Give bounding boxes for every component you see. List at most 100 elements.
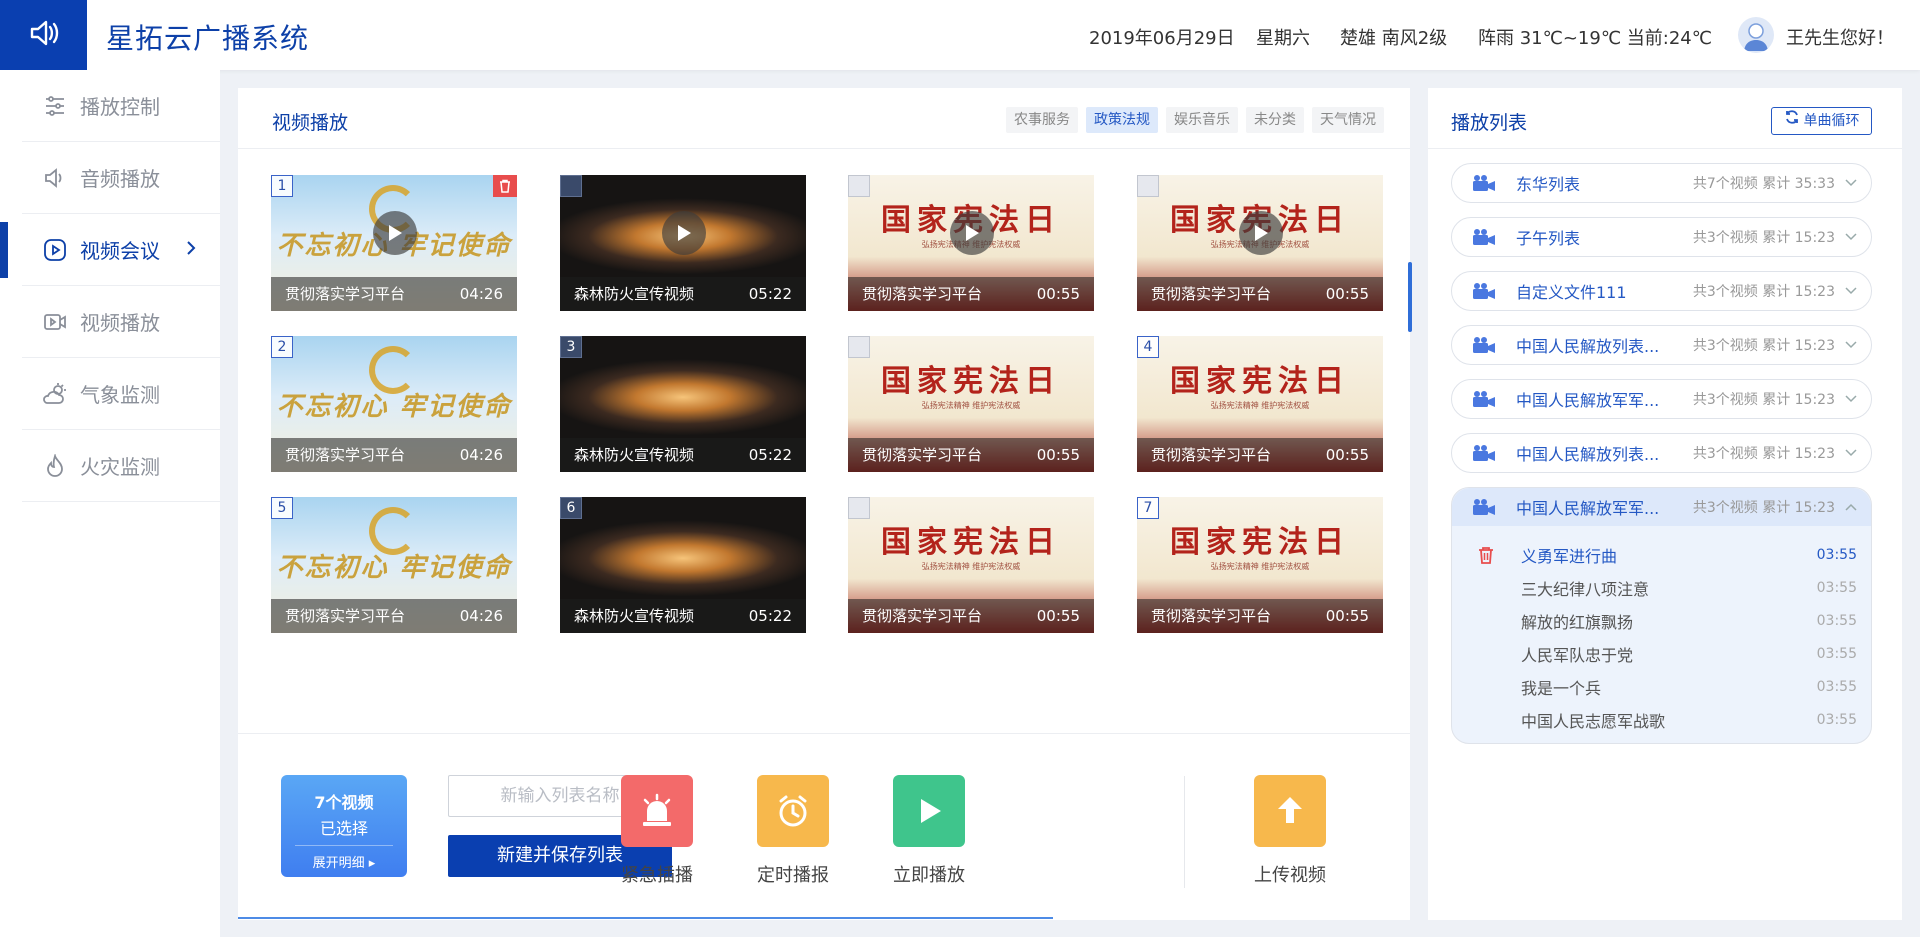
expanded-playlist-header[interactable]: 中国人民解放军军... 共3个视频 累计 15:23	[1452, 488, 1871, 526]
tab-policy[interactable]: 政策法规	[1086, 107, 1158, 133]
select-checkbox[interactable]	[1137, 175, 1159, 197]
select-checkbox[interactable]	[848, 336, 870, 358]
single-loop-button[interactable]: 单曲循环	[1771, 107, 1872, 135]
tab-music[interactable]: 娱乐音乐	[1166, 107, 1238, 133]
video-tile[interactable]: 国家宪法日弘扬宪法精神 维护宪法权威贯彻落实学习平台00:55	[848, 336, 1094, 472]
thumbnail-subcaption: 弘扬宪法精神 维护宪法权威	[921, 562, 1021, 571]
scrollbar[interactable]	[1408, 262, 1412, 332]
track-item[interactable]: 义勇军进行曲 03:55	[1452, 538, 1871, 571]
video-camera-icon	[1472, 336, 1498, 354]
trash-icon[interactable]	[493, 175, 517, 197]
play-icon[interactable]	[662, 211, 706, 255]
selection-summary-card[interactable]: 7个视频 已选择 展开明细 ▸	[281, 775, 407, 877]
sidebar-item-weather[interactable]: 气象监测	[22, 358, 220, 430]
logo[interactable]	[0, 0, 87, 70]
chevron-down-icon[interactable]	[1845, 287, 1857, 295]
tab-agriculture[interactable]: 农事服务	[1006, 107, 1078, 133]
thumbnail-caption: 国家宪法日	[1170, 364, 1350, 399]
avatar[interactable]	[1738, 17, 1774, 53]
sliders-icon	[42, 93, 68, 119]
sidebar-item-audio[interactable]: 音频播放	[22, 142, 220, 214]
select-checkbox[interactable]: 6	[560, 497, 582, 519]
track-item[interactable]: 我是一个兵 03:55	[1452, 670, 1871, 703]
track-title: 中国人民志愿军战歌	[1521, 711, 1666, 731]
video-tile[interactable]: 国家宪法日弘扬宪法精神 维护宪法权威贯彻落实学习平台00:55	[848, 175, 1094, 311]
playlist-panel: 播放列表 单曲循环 东华列表 共7个视频 累计 35:33 子午列表 共3个视频 累计…	[1428, 88, 1902, 920]
select-checkbox[interactable]: 7	[1137, 497, 1159, 519]
track-item[interactable]: 解放的红旗飘扬 03:55	[1452, 604, 1871, 637]
sidebar-item-label: 音频播放	[80, 167, 160, 191]
video-tile[interactable]: 国家宪法日弘扬宪法精神 维护宪法权威贯彻落实学习平台00:55	[1137, 175, 1383, 311]
video-camera-icon	[1472, 390, 1498, 408]
video-tile[interactable]: 不忘初心 牢记使命 5 贯彻落实学习平台 04:26	[271, 497, 517, 633]
tab-uncategorized[interactable]: 未分类	[1246, 107, 1304, 133]
video-title: 贯彻落实学习平台	[862, 285, 983, 303]
select-checkbox[interactable]	[848, 497, 870, 519]
chevron-down-icon[interactable]	[1845, 179, 1857, 187]
chevron-down-icon[interactable]	[1845, 233, 1857, 241]
chevron-down-icon[interactable]	[1845, 449, 1857, 457]
play-icon[interactable]	[950, 211, 994, 255]
select-checkbox[interactable]	[560, 175, 582, 197]
selected-count: 7个视频	[314, 793, 374, 812]
sidebar-item-video-conference[interactable]: 视频会议	[0, 214, 220, 286]
playlist-item[interactable]: 子午列表 共3个视频 累计 15:23	[1451, 217, 1872, 257]
select-checkbox[interactable]	[848, 175, 870, 197]
video-info-bar: 森林防火宣传视频 05:22	[560, 599, 806, 633]
video-duration: 05:22	[748, 285, 792, 303]
video-tile[interactable]: 国家宪法日弘扬宪法精神 维护宪法权威贯彻落实学习平台00:55	[848, 497, 1094, 633]
upload-video-button[interactable]: 上传视频	[1230, 775, 1350, 887]
playlist-item[interactable]: 东华列表 共7个视频 累计 35:33	[1451, 163, 1872, 203]
sidebar-item-playback-control[interactable]: 播放控制	[22, 70, 220, 142]
expand-details-link[interactable]: 展开明细 ▸	[281, 852, 407, 871]
sidebar: 播放控制 音频播放 视频会议 视频播放 气象监测 火灾监测	[0, 70, 220, 937]
video-tile[interactable]: 6 森林防火宣传视频 05:22	[560, 497, 806, 633]
video-info-bar: 贯彻落实学习平台 04:26	[271, 438, 517, 472]
thumbnail-caption: 国家宪法日	[881, 364, 1061, 399]
playlist-title: 播放列表	[1451, 112, 1528, 134]
video-tile[interactable]: 森林防火宣传视频 05:22	[560, 175, 806, 311]
chevron-down-icon[interactable]	[1845, 341, 1857, 349]
trash-icon[interactable]	[1478, 546, 1494, 568]
sidebar-item-fire[interactable]: 火灾监测	[22, 430, 220, 502]
play-icon[interactable]	[373, 211, 417, 255]
select-checkbox[interactable]: 4	[1137, 336, 1159, 358]
chevron-up-icon[interactable]	[1845, 503, 1857, 511]
video-tile[interactable]: 不忘初心 牢记使命 2 贯彻落实学习平台 04:26	[271, 336, 517, 472]
sidebar-item-video-playback[interactable]: 视频播放	[22, 286, 220, 358]
track-item[interactable]: 人民军队忠于党 03:55	[1452, 637, 1871, 670]
greeting[interactable]: 王先生您好！	[1786, 24, 1894, 50]
select-checkbox[interactable]: 2	[271, 336, 293, 358]
video-tile[interactable]: 国家宪法日 弘扬宪法精神 维护宪法权威 7 贯彻落实学习平台 00:55	[1137, 497, 1383, 633]
select-checkbox[interactable]: 3	[560, 336, 582, 358]
playlist-item[interactable]: 自定义文件111 共3个视频 累计 15:23	[1451, 271, 1872, 311]
video-tile[interactable]: 国家宪法日 弘扬宪法精神 维护宪法权威 4 贯彻落实学习平台 00:55	[1137, 336, 1383, 472]
track-duration: 03:55	[1816, 678, 1857, 695]
video-info-bar: 贯彻落实学习平台 00:55	[848, 599, 1094, 633]
video-tile[interactable]: 3 森林防火宣传视频 05:22	[560, 336, 806, 472]
emergency-label: 紧急插播	[621, 865, 693, 886]
track-item[interactable]: 中国人民志愿军战歌 03:55	[1452, 703, 1871, 736]
play-icon[interactable]	[1239, 211, 1283, 255]
play-now-button[interactable]: 立即播放	[869, 775, 989, 887]
tab-weather[interactable]: 天气情况	[1312, 107, 1384, 133]
thumbnail-caption: 不忘初心 牢记使命	[276, 553, 512, 583]
video-tile[interactable]: 不忘初心 牢记使命 1 贯彻落实学习平台 04:26	[271, 175, 517, 311]
user-avatar-icon	[1744, 23, 1768, 51]
select-checkbox[interactable]: 5	[271, 497, 293, 519]
select-checkbox[interactable]: 1	[271, 175, 293, 197]
playlist-item[interactable]: 中国人民解放列表... 共3个视频 累计 15:23	[1451, 433, 1872, 473]
video-camera-icon	[1472, 174, 1498, 192]
scheduled-label: 定时播报	[757, 865, 829, 886]
video-info-bar: 森林防火宣传视频 05:22	[560, 277, 806, 311]
playlist-item[interactable]: 中国人民解放列表... 共3个视频 累计 15:23	[1451, 325, 1872, 365]
scheduled-broadcast-button[interactable]: 定时播报	[733, 775, 853, 887]
emergency-broadcast-button[interactable]: 紧急插播	[597, 775, 717, 887]
track-item[interactable]: 三大纪律八项注意 03:55	[1452, 571, 1871, 604]
divider	[1184, 776, 1185, 888]
playlist-item[interactable]: 中国人民解放军军... 共3个视频 累计 15:23	[1451, 379, 1872, 419]
video-duration: 00:55	[1036, 446, 1080, 464]
playlist-name: 子午列表	[1516, 229, 1581, 248]
chevron-down-icon[interactable]	[1845, 395, 1857, 403]
video-title: 贯彻落实学习平台	[862, 446, 983, 464]
